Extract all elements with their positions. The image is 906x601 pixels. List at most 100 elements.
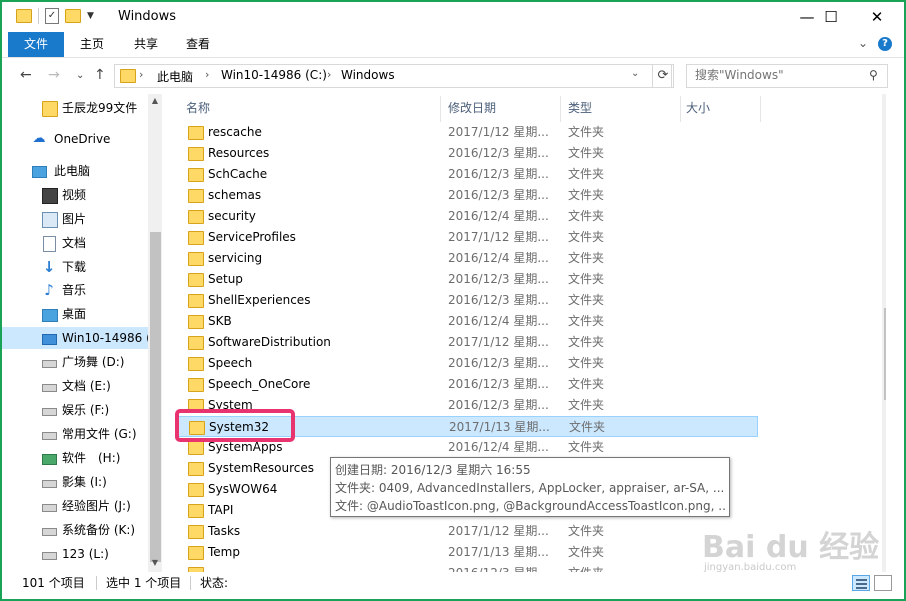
nav-item-this-pc[interactable]: 此电脑 [2, 160, 148, 182]
nav-item-drive-l[interactable]: 123 (L:) [2, 543, 148, 565]
scroll-up-icon[interactable]: ▲ [148, 96, 162, 105]
back-arrow-icon[interactable]: ← [20, 67, 32, 83]
file-row[interactable]: servicing 2016/12/4 星期... 文件夹 [178, 248, 758, 269]
nav-item-onedrive[interactable]: ☁ OneDrive [2, 128, 148, 150]
breadcrumb-this-pc[interactable]: 此电脑 [157, 68, 193, 85]
file-row[interactable]: Setup 2016/12/3 星期... 文件夹 [178, 269, 758, 290]
breadcrumb-windows[interactable]: Windows [341, 68, 395, 82]
nav-item-pictures[interactable]: 图片 [2, 208, 148, 230]
column-header-size[interactable]: 大小 [686, 94, 710, 122]
nav-item-quick-folder[interactable]: 壬辰龙99文件 [2, 97, 148, 119]
column-divider[interactable] [560, 96, 561, 122]
file-date: 2016/12/3 星期... [448, 398, 549, 412]
nav-item-desktop[interactable]: 桌面 [2, 303, 148, 325]
drive-icon [42, 552, 57, 560]
navigation-bar: ← → ⌄ ↑ › 此电脑 › Win10-14986 (C:) › Windo… [2, 58, 904, 94]
file-type: 文件夹 [568, 188, 605, 202]
nav-item-drive-k[interactable]: 系统备份 (K:) [2, 519, 148, 541]
nav-item-drive-d[interactable]: 广场舞 (D:) [2, 351, 148, 373]
file-row[interactable]: rescache 2017/1/12 星期... 文件夹 [178, 122, 758, 143]
file-row[interactable]: Speech 2016/12/3 星期... 文件夹 [178, 353, 758, 374]
tab-view[interactable]: 查看 [172, 32, 224, 57]
search-box[interactable]: ⚲ [686, 64, 888, 88]
nav-item-drive-e[interactable]: 文档 (E:) [2, 375, 148, 397]
nav-pane-scroll-thumb[interactable] [150, 232, 161, 562]
properties-icon[interactable]: ✓ [45, 8, 59, 24]
folder-icon [188, 525, 204, 539]
column-divider[interactable] [440, 96, 441, 122]
nav-item-drive-j[interactable]: 经验图片 (J:) [2, 495, 148, 517]
file-row[interactable]: SoftwareDistribution 2017/1/12 星期... 文件夹 [178, 332, 758, 353]
address-bar[interactable]: › 此电脑 › Win10-14986 (C:) › Windows ⌄ [114, 64, 672, 88]
tab-file[interactable]: 文件 [8, 32, 64, 57]
sort-ascending-icon: ^ [306, 94, 314, 100]
scroll-up-icon[interactable]: ▲ [882, 96, 887, 105]
file-row[interactable]: security 2016/12/4 星期... 文件夹 [178, 206, 758, 227]
new-folder-icon[interactable] [65, 9, 81, 23]
file-list-scrollbar[interactable]: ▲ [882, 94, 886, 572]
nav-item-label: 广场舞 (D:) [62, 355, 125, 369]
file-type: 文件夹 [568, 524, 605, 538]
file-row[interactable]: Tasks 2017/1/12 星期... 文件夹 [178, 521, 758, 542]
column-header-name[interactable]: 名称 [186, 94, 210, 122]
address-dropdown-icon[interactable]: ⌄ [631, 68, 639, 79]
tab-home[interactable]: 主页 [66, 32, 118, 57]
file-row[interactable]: Temp 2017/1/13 星期... 文件夹 [178, 542, 758, 563]
refresh-button[interactable]: ⟳ [652, 64, 674, 88]
file-row[interactable]: 2016/12/3 星期... 文件夹 [178, 563, 758, 572]
file-list-scroll-thumb[interactable] [884, 308, 886, 400]
file-row[interactable]: SKB 2016/12/4 星期... 文件夹 [178, 311, 758, 332]
file-type: 文件夹 [568, 146, 605, 160]
search-icon[interactable]: ⚲ [869, 68, 878, 82]
column-divider[interactable] [760, 96, 761, 122]
file-row[interactable]: schemas 2016/12/3 星期... 文件夹 [178, 185, 758, 206]
drive-icon [42, 360, 57, 368]
folder-icon [188, 231, 204, 245]
file-row[interactable]: Resources 2016/12/3 星期... 文件夹 [178, 143, 758, 164]
file-row[interactable]: SchCache 2016/12/3 星期... 文件夹 [178, 164, 758, 185]
details-view-button[interactable] [852, 575, 870, 591]
column-divider[interactable] [680, 96, 681, 122]
breadcrumb-separator-icon[interactable]: › [139, 68, 143, 81]
nav-item-drive-i[interactable]: 影集 (I:) [2, 471, 148, 493]
document-icon [43, 236, 56, 252]
file-name: SoftwareDistribution [208, 335, 331, 349]
breadcrumb-c-drive[interactable]: Win10-14986 (C:) [221, 68, 327, 82]
picture-icon [42, 212, 58, 228]
nav-item-drive-h[interactable]: 软件 (H:) [2, 447, 148, 469]
file-row[interactable]: ServiceProfiles 2017/1/12 星期... 文件夹 [178, 227, 758, 248]
help-icon[interactable]: ? [878, 37, 892, 51]
nav-item-music[interactable]: ♪ 音乐 [2, 279, 148, 301]
search-input[interactable] [687, 65, 865, 85]
nav-item-system-drive[interactable]: Win10-14986 ( [2, 327, 148, 349]
file-row[interactable]: Speech_OneCore 2016/12/3 星期... 文件夹 [178, 374, 758, 395]
scroll-down-icon[interactable]: ▼ [148, 558, 162, 567]
nav-pane-scrollbar[interactable]: ▲ ▼ [148, 94, 162, 572]
breadcrumb-separator-icon[interactable]: › [205, 68, 209, 81]
file-row[interactable]: ShellExperiences 2016/12/3 星期... 文件夹 [178, 290, 758, 311]
large-icons-view-button[interactable] [874, 575, 892, 591]
customize-toolbar-dropdown-icon[interactable]: ▼ [87, 11, 94, 21]
file-type: 文件夹 [568, 272, 605, 286]
file-type: 文件夹 [568, 545, 605, 559]
column-header-type[interactable]: 类型 [568, 94, 592, 122]
nav-item-drive-g[interactable]: 常用文件 (G:) [2, 423, 148, 445]
close-button[interactable]: ✕ [854, 2, 900, 32]
drive-icon [42, 432, 57, 440]
nav-item-documents[interactable]: 文档 [2, 232, 148, 254]
nav-item-downloads[interactable]: ↓ 下载 [2, 256, 148, 278]
breadcrumb-separator-icon[interactable]: › [327, 68, 331, 81]
nav-item-label: 123 (L:) [62, 547, 109, 561]
file-name: Setup [208, 272, 243, 286]
nav-item-drive-f[interactable]: 娱乐 (F:) [2, 399, 148, 421]
recent-locations-icon[interactable]: ⌄ [76, 70, 84, 81]
folder-icon [120, 69, 136, 83]
maximize-button[interactable]: ☐ [808, 2, 854, 32]
expand-ribbon-icon[interactable]: ⌄ [858, 36, 868, 50]
column-header-date[interactable]: 修改日期 [448, 94, 496, 122]
file-name: Tasks [208, 524, 241, 538]
nav-item-videos[interactable]: 视频 [2, 184, 148, 206]
tab-share[interactable]: 共享 [120, 32, 172, 57]
forward-arrow-icon[interactable]: → [48, 67, 60, 83]
up-arrow-icon[interactable]: ↑ [94, 67, 106, 83]
